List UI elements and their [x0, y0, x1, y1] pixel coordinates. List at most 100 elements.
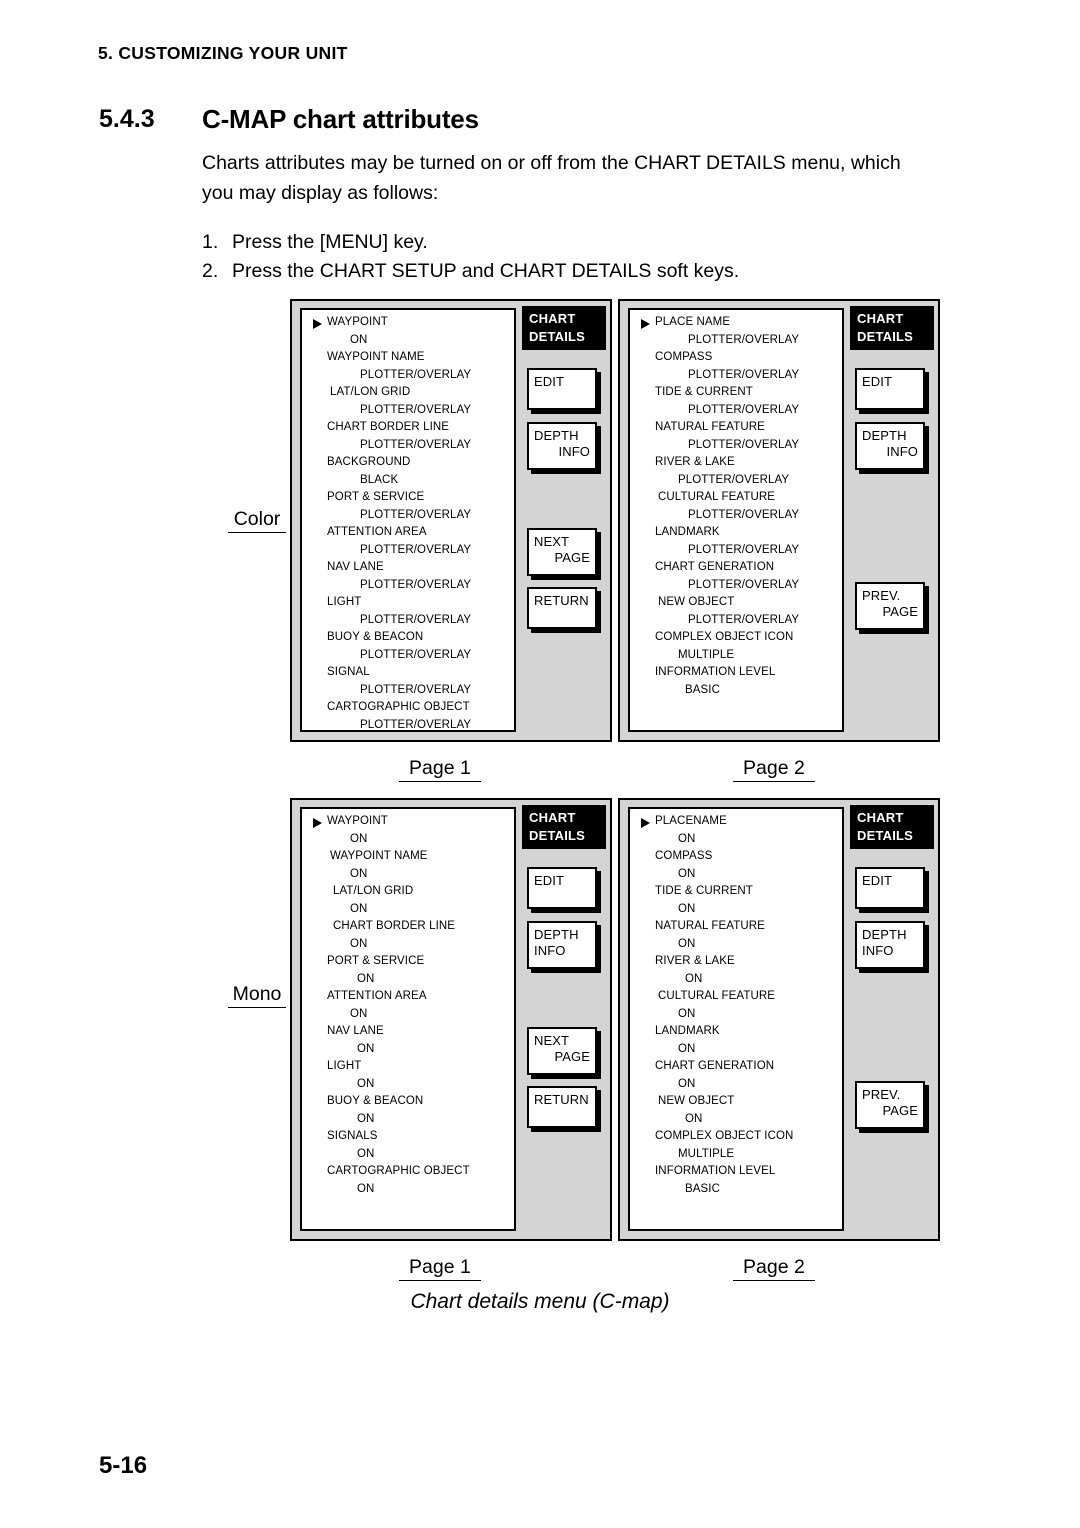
menu-item[interactable]: BUOY & BEACON ON — [302, 1095, 514, 1130]
menu-item[interactable]: SIGNALS ON — [302, 1130, 514, 1165]
menu-item[interactable]: CHART BORDER LINE ON — [302, 920, 514, 955]
softkey-button-edit[interactable]: EDIT — [527, 368, 597, 410]
menu-item[interactable]: LANDMARK PLOTTER/OVERLAY — [630, 526, 842, 561]
menu-item[interactable]: PORT & SERVICE PLOTTER/OVERLAY — [302, 491, 514, 526]
menu-item-label: CULTURAL FEATURE — [658, 990, 776, 1002]
menu-item[interactable]: CHART GENERATION PLOTTER/OVERLAY — [630, 561, 842, 596]
menu-item-label: COMPASS — [655, 351, 713, 363]
menu-item[interactable]: COMPLEX OBJECT ICON MULTIPLE — [630, 631, 842, 666]
page-title: C-MAP chart attributes — [202, 104, 479, 134]
softkey-button-edit[interactable]: EDIT — [527, 867, 597, 909]
softkey-label-line1: NEXT — [534, 534, 570, 549]
menu-item[interactable]: NEW OBJECT ON — [630, 1095, 842, 1130]
menu-item[interactable]: WAYPOINT NAME PLOTTER/OVERLAY — [302, 351, 514, 386]
softkey-column: CHART DETAILS EDIT DEPTH INFO PREV. PAGE — [850, 805, 934, 1234]
menu-list: WAYPOINT ON WAYPOINT NAME PLOTTER/OVERLAY LA… — [302, 316, 514, 730]
menu-item[interactable]: NATURAL FEATURE PLOTTER/OVERLAY — [630, 421, 842, 456]
menu-item[interactable]: WAYPOINT NAME ON — [302, 850, 514, 885]
softkey-button-next[interactable]: NEXT PAGE — [527, 1027, 597, 1075]
menu-item[interactable]: NEW OBJECT PLOTTER/OVERLAY — [630, 596, 842, 631]
softkey-button-depth[interactable]: DEPTH INFO — [855, 921, 925, 969]
menu-item[interactable]: ATTENTION AREA ON — [302, 990, 514, 1025]
softkey-button-depth[interactable]: DEPTH INFO — [527, 422, 597, 470]
softkey-label-line1: DEPTH — [862, 927, 907, 942]
softkey-panel-title: CHART DETAILS — [850, 306, 934, 350]
softkey-title-line2: DETAILS — [529, 329, 586, 344]
softkey-button-prev[interactable]: PREV. PAGE — [855, 582, 925, 630]
softkey-button-depth[interactable]: DEPTH INFO — [855, 422, 925, 470]
menu-item[interactable]: CARTOGRAPHIC OBJECT PLOTTER/OVERLAY — [302, 701, 514, 730]
menu-list: PLACE NAME PLOTTER/OVERLAY COMPASS PLOTTER/… — [630, 316, 842, 701]
menu-item[interactable]: CARTOGRAPHIC OBJECT ON — [302, 1165, 514, 1200]
softkey-button-edit[interactable]: EDIT — [855, 368, 925, 410]
menu-item-value: MULTIPLE — [678, 649, 735, 661]
menu-item-value: PLOTTER/OVERLAY — [360, 404, 472, 416]
softkey-button-next[interactable]: NEXT PAGE — [527, 528, 597, 576]
menu-item[interactable]: ATTENTION AREA PLOTTER/OVERLAY — [302, 526, 514, 561]
page-caption-bottom-left: Page 1 — [399, 1256, 481, 1281]
menu-item-value: ON — [350, 1008, 368, 1020]
menu-item[interactable]: LIGHT ON — [302, 1060, 514, 1095]
menu-item[interactable]: CHART GENERATION ON — [630, 1060, 842, 1095]
softkey-button-edit[interactable]: EDIT — [855, 867, 925, 909]
menu-item[interactable]: NAV LANE ON — [302, 1025, 514, 1060]
menu-item[interactable]: INFORMATION LEVEL BASIC — [630, 666, 842, 701]
step-text: Press the [MENU] key. — [232, 231, 428, 253]
menu-item[interactable]: RIVER & LAKE ON — [630, 955, 842, 990]
menu-item-value: ON — [357, 1043, 375, 1055]
menu-item-value: ON — [678, 1078, 696, 1090]
menu-item[interactable]: WAYPOINT ON — [302, 316, 514, 351]
menu-item-label: LIGHT — [327, 1060, 362, 1072]
softkey-label-line2: PAGE — [882, 1103, 918, 1118]
menu-item[interactable]: BACKGROUND BLACK — [302, 456, 514, 491]
softkey-label-line2: PAGE — [882, 604, 918, 619]
menu-item[interactable]: CULTURAL FEATURE ON — [630, 990, 842, 1025]
menu-item[interactable]: RIVER & LAKE PLOTTER/OVERLAY — [630, 456, 842, 491]
menu-item[interactable]: PLACENAME ON — [630, 815, 842, 850]
menu-item[interactable]: SIGNAL PLOTTER/OVERLAY — [302, 666, 514, 701]
softkey-title-line1: CHART — [529, 311, 576, 326]
page-caption-bottom-right: Page 2 — [733, 1256, 815, 1281]
softkey-column: CHART DETAILS EDIT DEPTH INFO NEXT PAGE RETURN — [522, 805, 606, 1234]
menu-item[interactable]: WAYPOINT ON — [302, 815, 514, 850]
softkey-button-return[interactable]: RETURN — [527, 587, 597, 629]
menu-panel: PLACE NAME PLOTTER/OVERLAY COMPASS PLOTTER/… — [628, 308, 844, 732]
menu-item-value: ON — [350, 334, 368, 346]
menu-item-value: ON — [678, 903, 696, 915]
menu-item[interactable]: NATURAL FEATURE ON — [630, 920, 842, 955]
intro-paragraph: Charts attributes may be turned on or of… — [202, 152, 901, 204]
menu-item-value: ON — [678, 833, 696, 845]
menu-panel: WAYPOINT ON WAYPOINT NAME PLOTTER/OVERLAY LA… — [300, 308, 516, 732]
softkey-button-depth[interactable]: DEPTH INFO — [527, 921, 597, 969]
menu-item[interactable]: LAT/LON GRID PLOTTER/OVERLAY — [302, 386, 514, 421]
menu-item-label: TIDE & CURRENT — [655, 386, 753, 398]
menu-screen-color-page2: PLACE NAME PLOTTER/OVERLAY COMPASS PLOTTER/… — [618, 299, 940, 742]
menu-item[interactable]: NAV LANE PLOTTER/OVERLAY — [302, 561, 514, 596]
menu-item[interactable]: COMPLEX OBJECT ICON MULTIPLE — [630, 1130, 842, 1165]
menu-item[interactable]: PLACE NAME PLOTTER/OVERLAY — [630, 316, 842, 351]
softkey-title-line1: CHART — [857, 810, 904, 825]
menu-item[interactable]: CULTURAL FEATURE PLOTTER/OVERLAY — [630, 491, 842, 526]
menu-item-value: ON — [678, 938, 696, 950]
menu-item[interactable]: INFORMATION LEVEL BASIC — [630, 1165, 842, 1200]
menu-item-value: PLOTTER/OVERLAY — [688, 544, 800, 556]
menu-item[interactable]: TIDE & CURRENT ON — [630, 885, 842, 920]
softkey-button-return[interactable]: RETURN — [527, 1086, 597, 1128]
menu-item-value: ON — [357, 1183, 375, 1195]
menu-item-value: MULTIPLE — [678, 1148, 735, 1160]
menu-item[interactable]: COMPASS PLOTTER/OVERLAY — [630, 351, 842, 386]
menu-item[interactable]: LAT/LON GRID ON — [302, 885, 514, 920]
menu-item[interactable]: BUOY & BEACON PLOTTER/OVERLAY — [302, 631, 514, 666]
softkey-button-prev[interactable]: PREV. PAGE — [855, 1081, 925, 1129]
menu-item[interactable]: CHART BORDER LINE PLOTTER/OVERLAY — [302, 421, 514, 456]
menu-item[interactable]: TIDE & CURRENT PLOTTER/OVERLAY — [630, 386, 842, 421]
menu-item[interactable]: LIGHT PLOTTER/OVERLAY — [302, 596, 514, 631]
menu-item-label: NEW OBJECT — [658, 1095, 735, 1107]
softkey-label-line2: INFO — [886, 444, 918, 459]
menu-item-label: INFORMATION LEVEL — [655, 1165, 776, 1177]
menu-item[interactable]: PORT & SERVICE ON — [302, 955, 514, 990]
menu-item[interactable]: LANDMARK ON — [630, 1025, 842, 1060]
softkey-panel-title: CHART DETAILS — [850, 805, 934, 849]
menu-item-label: RIVER & LAKE — [655, 456, 735, 468]
menu-item[interactable]: COMPASS ON — [630, 850, 842, 885]
